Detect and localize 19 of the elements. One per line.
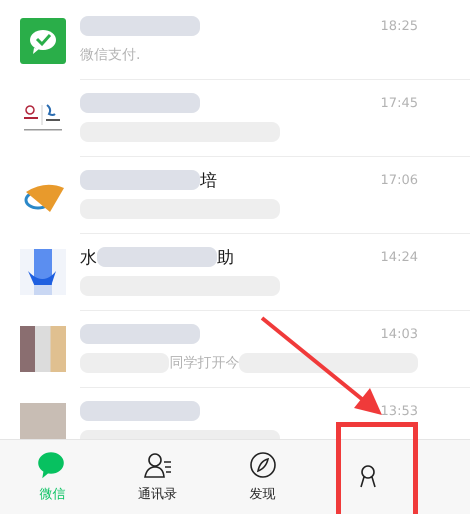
group-avatar-placeholder: [20, 326, 66, 372]
contact-name: 助: [217, 246, 234, 268]
message-time: 18:25: [380, 18, 418, 34]
tab[interactable]: 通讯录: [105, 440, 210, 514]
compass-icon: [248, 451, 278, 479]
message-time: 17:45: [380, 96, 418, 110]
message-preview: 微信支付.: [80, 46, 140, 64]
contact-name: 培: [200, 170, 217, 192]
wechat-pay-logo-icon: [20, 18, 66, 64]
contacts-icon: [142, 451, 172, 479]
message-time: 14:24: [380, 250, 418, 264]
photo-placeholder: [20, 402, 66, 439]
message-time: 13:53: [380, 404, 418, 418]
message-time: 14:03: [380, 326, 418, 342]
message-preview: 同学打开今: [169, 354, 240, 372]
message-time: 17:06: [380, 172, 418, 188]
tab[interactable]: 发现: [210, 440, 315, 514]
tail-logo-icon: [20, 248, 66, 294]
contact-name: 水: [80, 246, 97, 268]
